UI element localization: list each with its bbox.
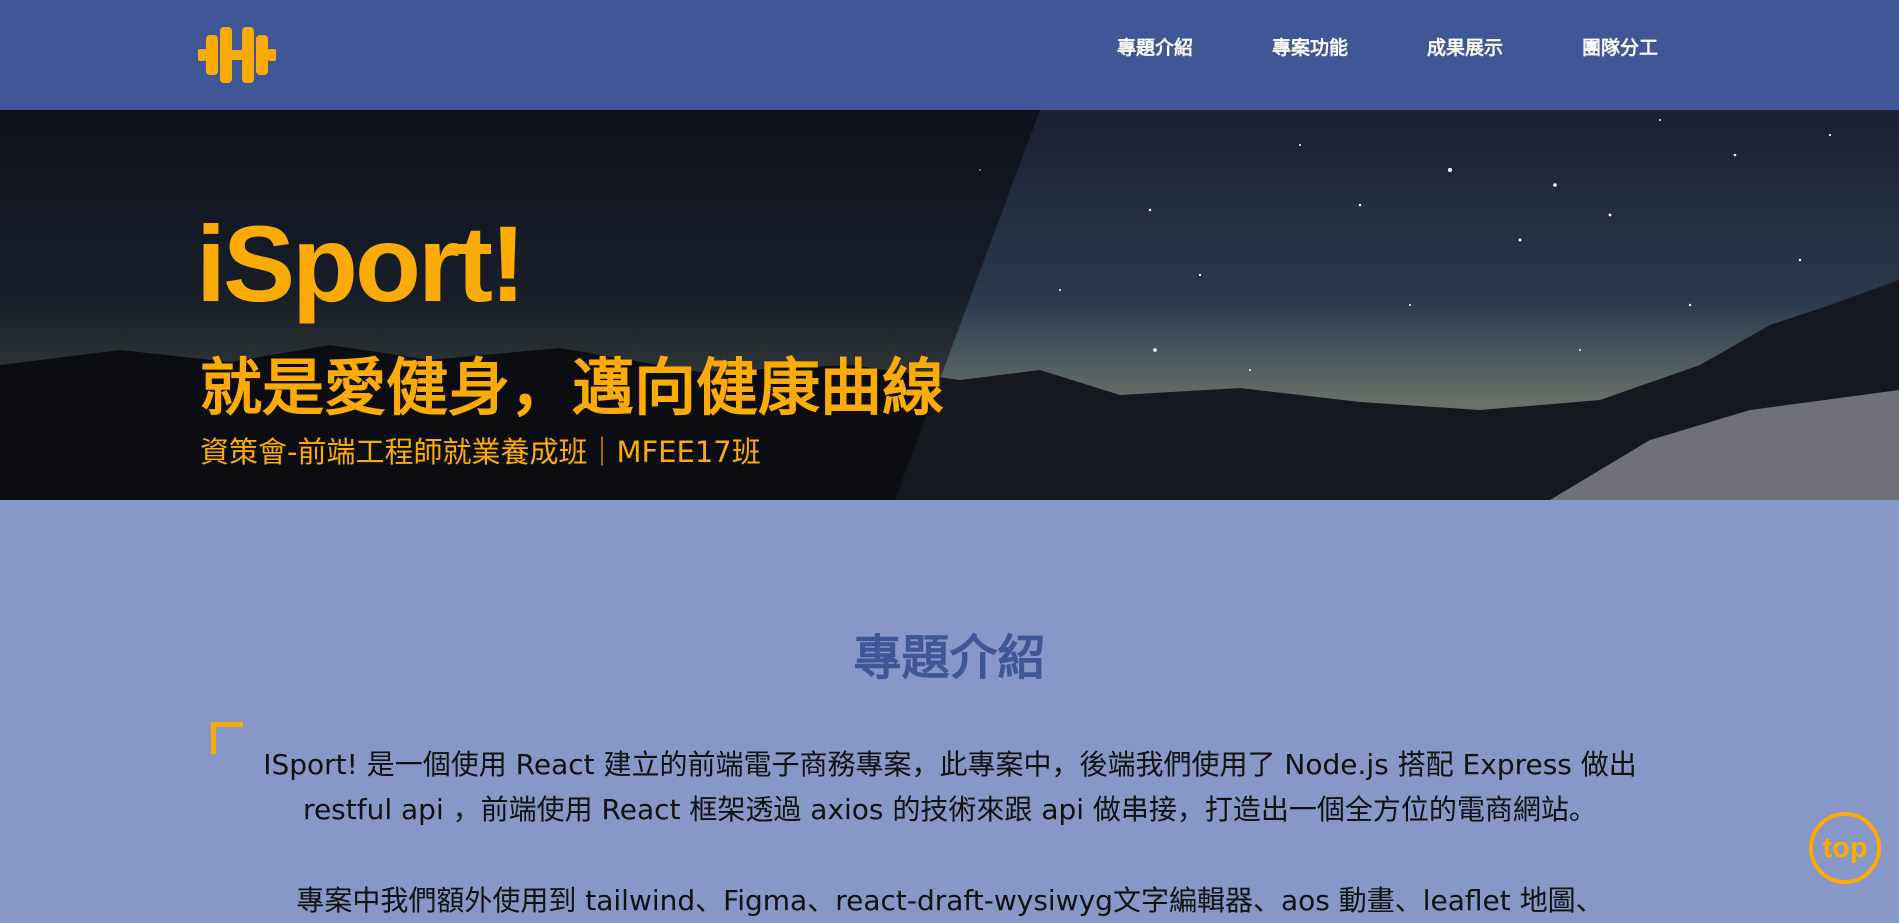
hero-title: iSport! bbox=[196, 203, 526, 324]
nav-link-intro[interactable]: 專題介紹 bbox=[1117, 33, 1193, 60]
dumbbell-icon[interactable] bbox=[198, 27, 276, 83]
nav-link-team[interactable]: 團隊分工 bbox=[1582, 33, 1658, 60]
hero-banner: iSport! 就是愛健身，邁向健康曲線 資策會-前端工程師就業養成班｜MFEE… bbox=[0, 110, 1899, 500]
hero-subtitle: 就是愛健身，邁向健康曲線 bbox=[200, 351, 945, 424]
intro-section-title: 專題介紹 bbox=[853, 630, 1046, 686]
back-to-top-button[interactable]: top bbox=[1809, 812, 1881, 884]
intro-paragraph: ISport! 是一個使用 React 建立的前端電子商務專案，此專案中，後端我… bbox=[263, 748, 1637, 826]
top-navbar: 專題介紹 專案功能 成果展示 團隊分工 bbox=[0, 0, 1899, 110]
hero-caption: 資策會-前端工程師就業養成班｜MFEE17班 bbox=[200, 435, 761, 469]
nav-link-showcase[interactable]: 成果展示 bbox=[1427, 33, 1503, 60]
nav-link-features[interactable]: 專案功能 bbox=[1272, 33, 1348, 60]
